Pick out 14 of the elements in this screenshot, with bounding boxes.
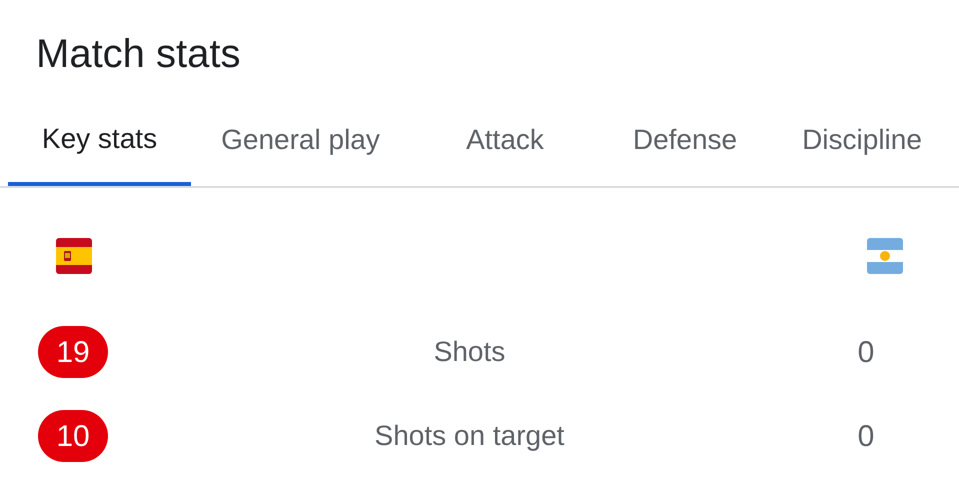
- away-value: 0: [856, 418, 876, 454]
- tab[interactable]: Discipline: [770, 118, 954, 186]
- stat-label: Shots: [432, 335, 506, 369]
- away-value: 0: [856, 334, 876, 370]
- tab[interactable]: General play: [191, 118, 410, 186]
- stat-label: Shots on target: [374, 419, 566, 453]
- flag-icon: [867, 238, 903, 274]
- tab[interactable]: Key stats: [8, 118, 191, 186]
- tab[interactable]: Attack: [410, 118, 600, 186]
- home-value: 19: [38, 326, 108, 378]
- flag-icon: [56, 238, 92, 274]
- home-value: 10: [38, 410, 108, 462]
- page-title: Match stats: [35, 31, 242, 78]
- tab[interactable]: Defense: [600, 118, 770, 186]
